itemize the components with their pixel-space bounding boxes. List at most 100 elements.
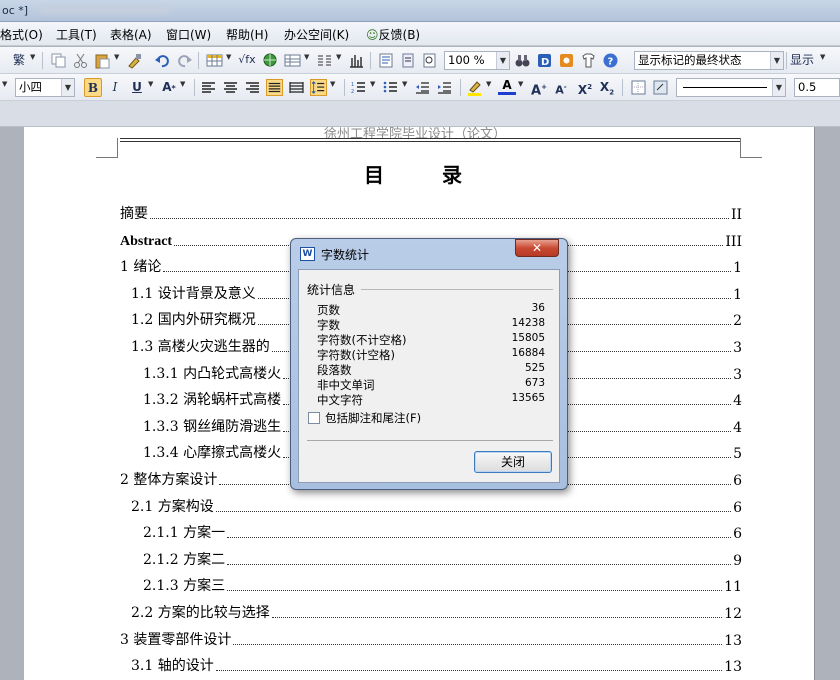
- chevron-down-icon[interactable]: ▼: [30, 53, 35, 61]
- toc-entry[interactable]: 摘要 II: [24, 203, 814, 223]
- show-hide-icon[interactable]: [400, 52, 417, 69]
- table-icon[interactable]: [284, 52, 301, 69]
- character-scale-button[interactable]: A*: [160, 78, 178, 97]
- help-icon[interactable]: ?: [602, 52, 619, 69]
- italic-button[interactable]: I: [106, 78, 124, 97]
- toc-entry-title: 3.1 轴的设计: [131, 658, 214, 675]
- chart-icon[interactable]: [348, 52, 365, 69]
- toc-entry[interactable]: 2.1.1 方案一 6: [24, 522, 814, 542]
- dialog-title: 字数统计: [321, 248, 370, 262]
- chevron-down-icon[interactable]: ▼: [336, 53, 341, 61]
- decrease-indent-icon[interactable]: [414, 79, 431, 96]
- toc-entry-page: 3: [733, 366, 742, 383]
- superscript-button[interactable]: X2: [576, 78, 594, 97]
- line-style-preview: [683, 87, 767, 88]
- chevron-down-icon[interactable]: ▼: [114, 53, 119, 61]
- toc-entry[interactable]: 3.1 轴的设计 13: [24, 655, 814, 675]
- toc-entry[interactable]: 2.1 方案构设 6: [24, 496, 814, 516]
- line-width-select[interactable]: 0.5: [794, 78, 840, 97]
- underline-button[interactable]: U: [128, 78, 146, 97]
- hyperlink-icon[interactable]: [262, 52, 279, 69]
- close-button[interactable]: 关闭: [474, 451, 552, 473]
- margin-corner-mark: [96, 138, 118, 158]
- chevron-down-icon[interactable]: ▼: [820, 53, 825, 61]
- include-footnotes-label[interactable]: 包括脚注和尾注(F): [325, 410, 421, 426]
- grow-font-button[interactable]: A+: [530, 78, 548, 98]
- toc-entry[interactable]: 2.1.3 方案三 11: [24, 575, 814, 595]
- svg-text:?: ?: [608, 57, 614, 68]
- chevron-down-icon[interactable]: ▼: [496, 52, 509, 69]
- shading-icon[interactable]: [652, 79, 669, 96]
- chevron-down-icon[interactable]: ▼: [518, 80, 523, 88]
- border-icon[interactable]: [630, 79, 647, 96]
- format-painter-icon[interactable]: [126, 52, 143, 69]
- line-style-select[interactable]: ▼: [676, 78, 786, 97]
- distributed-align-icon[interactable]: [288, 79, 305, 96]
- track-changes-display-select[interactable]: 显示标记的最终状态 ▼: [634, 51, 784, 70]
- display-menu-button[interactable]: 显示: [790, 51, 814, 70]
- copy-icon[interactable]: [50, 52, 67, 69]
- dialog-divider: [307, 440, 553, 441]
- menu-feedback[interactable]: ☺反馈(B): [366, 26, 420, 43]
- chevron-down-icon[interactable]: ▼: [330, 80, 335, 88]
- chevron-down-icon[interactable]: ▼: [772, 79, 785, 96]
- redo-icon[interactable]: [176, 52, 193, 69]
- shrink-font-button[interactable]: A-: [552, 78, 570, 97]
- undo-icon[interactable]: [154, 52, 171, 69]
- document-map-icon[interactable]: [378, 52, 395, 69]
- justify-icon[interactable]: [266, 79, 283, 96]
- chevron-down-icon[interactable]: ▼: [148, 80, 153, 88]
- increase-indent-icon[interactable]: [436, 79, 453, 96]
- bullet-list-icon[interactable]: [382, 79, 399, 96]
- print-preview-icon[interactable]: [421, 52, 438, 69]
- document-d-icon[interactable]: D: [536, 52, 553, 69]
- align-center-icon[interactable]: [222, 79, 239, 96]
- close-icon[interactable]: ✕: [515, 239, 559, 257]
- chevron-down-icon[interactable]: ▼: [226, 53, 231, 61]
- toc-entry[interactable]: 2.1.2 方案二 9: [24, 549, 814, 569]
- chevron-down-icon[interactable]: ▼: [180, 80, 185, 88]
- insert-table-icon[interactable]: [206, 52, 223, 69]
- cut-icon[interactable]: [72, 52, 89, 69]
- align-right-icon[interactable]: [244, 79, 261, 96]
- zoom-value: 100 %: [448, 53, 485, 67]
- chevron-down-icon[interactable]: ▼: [370, 80, 375, 88]
- chevron-down-icon[interactable]: ▼: [61, 79, 74, 96]
- menu-office-space[interactable]: 办公空间(K): [284, 26, 349, 43]
- chevron-down-icon[interactable]: ▼: [2, 80, 7, 88]
- toc-entry[interactable]: 2.2 方案的比较与选择 12: [24, 602, 814, 622]
- shirt-icon[interactable]: [580, 52, 597, 69]
- subscript-button[interactable]: X2: [598, 78, 616, 97]
- menu-help[interactable]: 帮助(H): [226, 26, 268, 43]
- toc-entry-page: 1: [733, 260, 742, 277]
- zoom-select[interactable]: 100 % ▼: [444, 51, 510, 70]
- menu-window[interactable]: 窗口(W): [166, 26, 211, 43]
- traditional-chinese-button[interactable]: 繁: [10, 51, 28, 70]
- menu-tools[interactable]: 工具(T): [56, 26, 97, 43]
- bold-button[interactable]: B: [84, 78, 102, 97]
- columns-icon[interactable]: [316, 52, 333, 69]
- formula-button[interactable]: √fx: [238, 51, 256, 70]
- toc-entry-page: 2: [733, 313, 742, 330]
- formatting-toolbar: ▼ 小四 ▼ B I U ▼ A* ▼ ▼ 12 ▼ ▼ ▼ A ▼ A+ A-…: [0, 74, 840, 101]
- wps-writer-icon: W: [300, 247, 315, 261]
- line-spacing-icon[interactable]: [310, 79, 327, 96]
- chevron-down-icon[interactable]: ▼: [402, 80, 407, 88]
- toc-entry[interactable]: 3 装置零部件设计 13: [24, 629, 814, 649]
- highlighter-icon[interactable]: [466, 79, 483, 96]
- template-icon[interactable]: [558, 52, 575, 69]
- title-bar: oc *]: [0, 0, 840, 22]
- chevron-down-icon[interactable]: ▼: [304, 53, 309, 61]
- paste-icon[interactable]: [94, 52, 111, 69]
- binoculars-icon[interactable]: [514, 52, 531, 69]
- toc-entry-page: 12: [724, 606, 742, 622]
- include-footnotes-checkbox[interactable]: [308, 412, 320, 424]
- chevron-down-icon[interactable]: ▼: [486, 80, 491, 88]
- font-color-button[interactable]: A: [498, 78, 516, 95]
- numbered-list-icon[interactable]: 12: [350, 79, 367, 96]
- menu-table[interactable]: 表格(A): [110, 26, 152, 43]
- font-size-select[interactable]: 小四 ▼: [15, 78, 75, 97]
- menu-format[interactable]: 格式(O): [0, 26, 43, 43]
- chevron-down-icon[interactable]: ▼: [770, 52, 783, 69]
- align-left-icon[interactable]: [200, 79, 217, 96]
